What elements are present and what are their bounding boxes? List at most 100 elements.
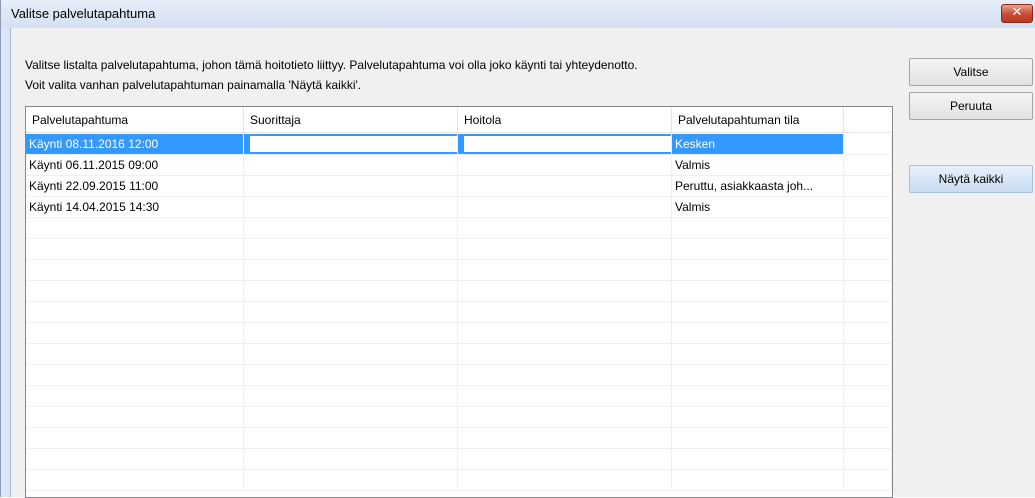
service-event-list[interactable]: Palvelutapahtuma Suorittaja Hoitola Palv… bbox=[25, 106, 893, 498]
cell-service-event bbox=[26, 449, 244, 469]
empty-row bbox=[26, 428, 892, 449]
cell-clinic bbox=[458, 449, 672, 469]
cell-service-event bbox=[26, 281, 244, 301]
cell-service-event bbox=[26, 344, 244, 364]
cell-filler bbox=[844, 155, 892, 175]
cell-filler bbox=[844, 428, 892, 448]
cell-performer bbox=[244, 302, 458, 322]
cell-clinic bbox=[458, 386, 672, 406]
cell-performer bbox=[244, 281, 458, 301]
column-header-performer[interactable]: Suorittaja bbox=[244, 107, 458, 133]
cell-status bbox=[672, 218, 844, 238]
empty-row bbox=[26, 218, 892, 239]
cell-performer bbox=[244, 449, 458, 469]
cell-clinic bbox=[458, 197, 672, 217]
instruction-text-2: Voit valita vanhan palvelutapahtuman pai… bbox=[25, 78, 362, 92]
cell-service-event bbox=[26, 239, 244, 259]
cell-service-event: Käynti 22.09.2015 11:00 bbox=[26, 176, 244, 196]
empty-row bbox=[26, 470, 892, 491]
cell-performer bbox=[244, 428, 458, 448]
cell-service-event bbox=[26, 218, 244, 238]
cell-performer bbox=[244, 407, 458, 427]
cell-performer bbox=[244, 197, 458, 217]
cell-filler bbox=[844, 323, 892, 343]
cell-performer bbox=[244, 155, 458, 175]
cell-clinic bbox=[458, 260, 672, 280]
cell-performer bbox=[244, 218, 458, 238]
cell-filler bbox=[844, 197, 892, 217]
cell-status: Peruttu, asiakkaasta joh... bbox=[672, 176, 844, 196]
cell-clinic bbox=[458, 323, 672, 343]
empty-row bbox=[26, 281, 892, 302]
cell-filler bbox=[844, 386, 892, 406]
cell-clinic bbox=[458, 176, 672, 196]
cell-clinic bbox=[458, 344, 672, 364]
select-button[interactable]: Valitse bbox=[909, 58, 1033, 86]
cell-status bbox=[672, 386, 844, 406]
cancel-button[interactable]: Peruuta bbox=[909, 92, 1033, 120]
table-row[interactable]: Käynti 14.04.2015 14:30 Valmis bbox=[26, 197, 892, 218]
cell-clinic bbox=[458, 218, 672, 238]
cell-status bbox=[672, 365, 844, 385]
cell-clinic bbox=[458, 428, 672, 448]
cell-filler bbox=[844, 239, 892, 259]
dialog-body: Valitse listalta palvelutapahtuma, johon… bbox=[10, 28, 1035, 498]
cell-filler bbox=[844, 407, 892, 427]
cell-clinic bbox=[458, 281, 672, 301]
cell-status bbox=[672, 344, 844, 364]
cell-performer bbox=[244, 239, 458, 259]
cell-status bbox=[672, 407, 844, 427]
cell-status bbox=[672, 239, 844, 259]
cell-filler bbox=[844, 470, 892, 490]
window-title: Valitse palvelutapahtuma bbox=[11, 6, 156, 21]
cell-clinic bbox=[458, 470, 672, 490]
cell-clinic bbox=[458, 134, 672, 154]
instruction-text-1: Valitse listalta palvelutapahtuma, johon… bbox=[25, 58, 638, 72]
cell-status: Kesken bbox=[672, 134, 844, 154]
cell-filler bbox=[844, 260, 892, 280]
table-row[interactable]: Käynti 06.11.2015 09:00 Valmis bbox=[26, 155, 892, 176]
cell-status bbox=[672, 260, 844, 280]
cell-status: Valmis bbox=[672, 155, 844, 175]
column-header-service-event[interactable]: Palvelutapahtuma bbox=[26, 107, 244, 133]
cell-service-event bbox=[26, 323, 244, 343]
cell-filler bbox=[844, 281, 892, 301]
cell-service-event bbox=[26, 365, 244, 385]
column-header-status[interactable]: Palvelutapahtuman tila bbox=[672, 107, 844, 133]
table-row[interactable]: Käynti 08.11.2016 12:00 Kesken bbox=[26, 134, 892, 155]
cell-filler bbox=[844, 365, 892, 385]
cell-performer bbox=[244, 386, 458, 406]
cell-performer bbox=[244, 344, 458, 364]
cell-filler bbox=[844, 176, 892, 196]
cell-filler bbox=[844, 218, 892, 238]
column-header-clinic[interactable]: Hoitola bbox=[458, 107, 672, 133]
empty-row bbox=[26, 407, 892, 428]
empty-row bbox=[26, 386, 892, 407]
table-row[interactable]: Käynti 22.09.2015 11:00 Peruttu, asiakkaa… bbox=[26, 176, 892, 197]
cell-status bbox=[672, 281, 844, 301]
dialog-window: Valitse palvelutapahtuma ✕ Valitse lista… bbox=[0, 0, 1035, 498]
list-header: Palvelutapahtuma Suorittaja Hoitola Palv… bbox=[26, 107, 892, 133]
cell-status bbox=[672, 428, 844, 448]
redacted-field bbox=[250, 136, 457, 152]
cell-filler bbox=[844, 449, 892, 469]
cell-performer bbox=[244, 260, 458, 280]
cell-performer bbox=[244, 323, 458, 343]
cell-filler bbox=[844, 302, 892, 322]
empty-row bbox=[26, 323, 892, 344]
close-icon: ✕ bbox=[1011, 5, 1023, 20]
title-bar[interactable]: Valitse palvelutapahtuma ✕ bbox=[1, 0, 1035, 28]
close-button[interactable]: ✕ bbox=[1001, 4, 1033, 23]
cell-status bbox=[672, 323, 844, 343]
cell-service-event: Käynti 14.04.2015 14:30 bbox=[26, 197, 244, 217]
cell-status bbox=[672, 470, 844, 490]
cell-clinic bbox=[458, 365, 672, 385]
show-all-button[interactable]: Näytä kaikki bbox=[909, 165, 1033, 193]
cell-service-event bbox=[26, 470, 244, 490]
cell-service-event bbox=[26, 428, 244, 448]
cell-performer bbox=[244, 176, 458, 196]
cell-clinic bbox=[458, 407, 672, 427]
cell-performer bbox=[244, 470, 458, 490]
cell-clinic bbox=[458, 239, 672, 259]
cell-service-event bbox=[26, 386, 244, 406]
